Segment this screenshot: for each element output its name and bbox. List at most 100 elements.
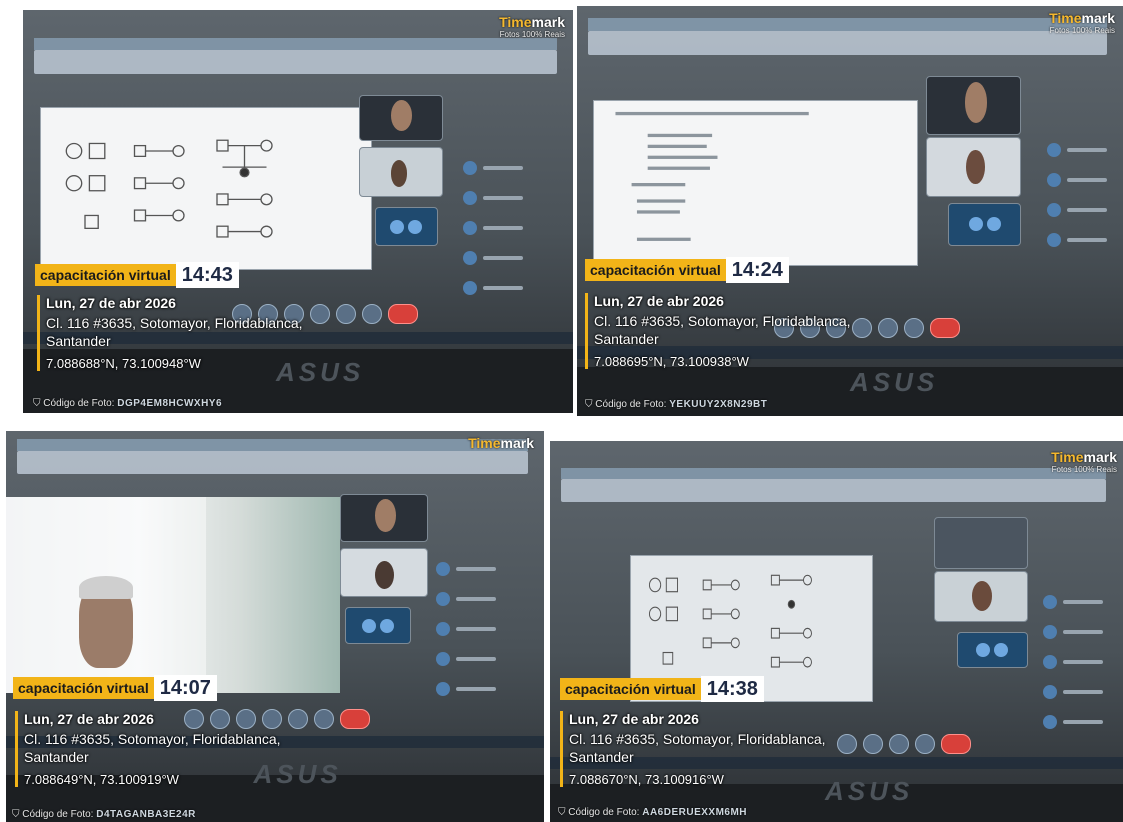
participant-tile-2: [933, 570, 1028, 623]
hand-icon: [313, 708, 334, 729]
stamp-badge: capacitación virtual 14:07: [13, 675, 217, 701]
participants-list: [463, 159, 523, 309]
stamp-time: 14:07: [153, 675, 217, 701]
avatar: [463, 191, 477, 206]
photo-code-label: Código de Foto:: [43, 398, 115, 409]
participant-tile-2: [358, 147, 443, 198]
self-view-tile: [375, 207, 438, 246]
self-view-tile: [344, 606, 412, 645]
captions-icon: [877, 317, 898, 338]
laptop-logo: ASUS: [825, 776, 914, 807]
self-view-tile: [948, 202, 1022, 246]
reaction-icon: [914, 734, 935, 755]
end-call-icon: [929, 317, 960, 338]
browser-tab-bar: [587, 18, 1107, 31]
shared-screen: [39, 106, 372, 270]
laptop-logo: ASUS: [850, 366, 939, 397]
avatar: [436, 562, 451, 577]
avatar: [1042, 685, 1057, 700]
stamp-info: Lun, 27 de abr 2026 Cl. 116 #3635, Sotom…: [585, 293, 851, 369]
meeting-controls: [836, 734, 971, 755]
person-hair: [79, 575, 133, 600]
photo-code: ⛉ Código de Foto: AA6DERUEXXM6MH: [558, 807, 747, 818]
avatar: [1046, 233, 1061, 248]
stamp-label: capacitación virtual: [35, 264, 176, 286]
browser-address-bar: [587, 30, 1107, 56]
end-call-icon: [940, 734, 971, 755]
timemark-logo: Timemark Fotos 100% Reais: [499, 14, 565, 39]
timemark-brand-part2: mark: [1081, 10, 1115, 26]
stamp-badge: capacitación virtual 14:38: [560, 676, 764, 702]
end-call-icon: [339, 708, 370, 729]
photo-panel-2: ASUS Timemark Fotos 100% Reais capacitac…: [577, 6, 1123, 416]
participants-list: [1046, 141, 1107, 261]
photo-code-value: D4TAGANBA3E24R: [96, 809, 196, 820]
timemark-brand-part1: Time: [1051, 449, 1084, 465]
timemark-subtitle: Fotos 100% Reais: [1051, 465, 1117, 474]
participants-list: [1042, 593, 1103, 743]
stamp-info: Lun, 27 de abr 2026 Cl. 116 #3635, Sotom…: [15, 711, 281, 787]
timemark-subtitle: Fotos 100% Reais: [1049, 26, 1115, 35]
stamp-badge: capacitación virtual 14:43: [35, 262, 239, 288]
browser-tab-bar: [561, 467, 1106, 480]
stamp-badge: capacitación virtual 14:24: [585, 257, 789, 283]
self-view-tile: [956, 631, 1028, 668]
stamp-address-line1: Cl. 116 #3635, Sotomayor, Floridablanca,: [594, 313, 851, 329]
stamp-date: Lun, 27 de abr 2026: [569, 711, 699, 727]
stamp-label: capacitación virtual: [13, 677, 154, 699]
stamp-address-line1: Cl. 116 #3635, Sotomayor, Floridablanca,: [569, 731, 826, 747]
timemark-logo: Timemark Fotos 100% Reais: [1049, 10, 1115, 35]
shield-check-icon: ⛉: [558, 807, 566, 818]
shared-screen: [593, 100, 918, 267]
timemark-logo: Timemark: [468, 435, 534, 451]
stamp-address-line1: Cl. 116 #3635, Sotomayor, Floridablanca,: [24, 731, 281, 747]
stamp-coordinates: 7.088695°N, 73.100938°W: [594, 354, 749, 369]
avatar: [1046, 143, 1061, 158]
avatar: [463, 281, 477, 296]
end-call-icon: [388, 304, 418, 325]
stamp-label: capacitación virtual: [560, 678, 701, 700]
avatar: [1046, 203, 1061, 218]
avatar: [1042, 595, 1057, 610]
stamp-address-line2: Santander: [569, 749, 634, 765]
stamp-date: Lun, 27 de abr 2026: [594, 293, 724, 309]
browser-address-bar: [34, 50, 557, 75]
timemark-brand-part1: Time: [1049, 10, 1082, 26]
avatar: [436, 682, 451, 697]
photo-panel-4: ASUS Timemark Fotos 100% Reais capacitac…: [550, 441, 1123, 822]
timemark-brand-part2: mark: [531, 14, 565, 30]
shield-check-icon: ⛉: [12, 809, 20, 820]
stamp-address-line2: Santander: [46, 333, 111, 349]
avatar: [1046, 173, 1061, 188]
stamp-time: 14:43: [175, 262, 239, 288]
avatar: [436, 622, 451, 637]
photo-panel-1: ASUS Timemark Fotos 100% Reais capacitac…: [23, 10, 573, 413]
photo-code-label: Código de Foto:: [22, 809, 94, 820]
reaction-icon: [851, 317, 872, 338]
participant-tile-2: [926, 137, 1022, 197]
stamp-info: Lun, 27 de abr 2026 Cl. 116 #3635, Sotom…: [560, 711, 826, 787]
stamp-coordinates: 7.088688°N, 73.100948°W: [46, 356, 201, 371]
stamp-address-line2: Santander: [24, 749, 89, 765]
stamp-date: Lun, 27 de abr 2026: [24, 711, 154, 727]
avatar: [463, 161, 477, 176]
timemark-brand-part2: mark: [500, 435, 534, 451]
photo-code-label: Código de Foto:: [595, 399, 667, 410]
timemark-brand-part2: mark: [1083, 449, 1117, 465]
shield-check-icon: ⛉: [33, 398, 41, 409]
stamp-time: 14:24: [725, 257, 789, 283]
photo-panel-3: ASUS Timemark capacitación virtual 14:07…: [6, 431, 544, 822]
captions-icon: [336, 304, 356, 325]
avatar: [436, 592, 451, 607]
photo-code-value: DGP4EM8HCWXHY6: [117, 398, 223, 409]
avatar: [436, 652, 451, 667]
stamp-address-line2: Santander: [594, 331, 659, 347]
mic-icon: [836, 734, 857, 755]
stamp-date: Lun, 27 de abr 2026: [46, 295, 176, 311]
avatar: [1042, 715, 1057, 730]
hand-icon: [362, 304, 382, 325]
timemark-subtitle: Fotos 100% Reais: [499, 30, 565, 39]
participant-tile-1: [339, 493, 428, 543]
stamp-coordinates: 7.088649°N, 73.100919°W: [24, 772, 179, 787]
avatar: [463, 221, 477, 236]
